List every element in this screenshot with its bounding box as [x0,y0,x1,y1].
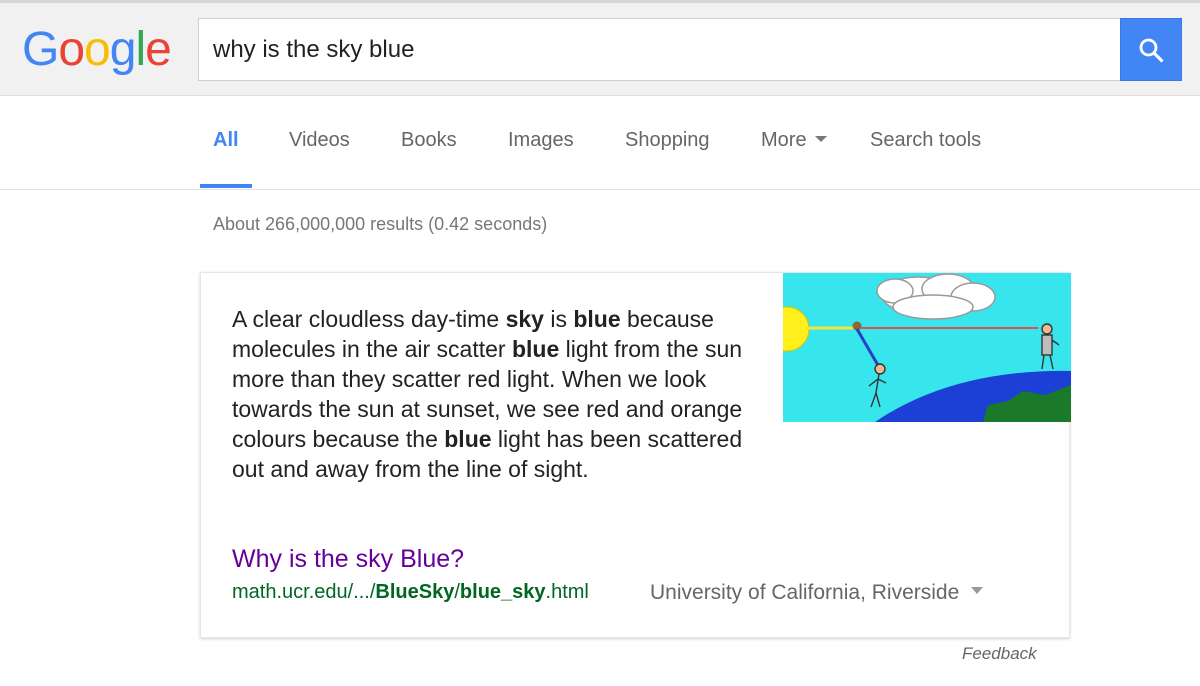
active-tab-indicator [200,184,252,188]
result-source-label: University of California, Riverside [650,581,960,604]
search-button[interactable] [1120,18,1182,81]
tab-books[interactable]: Books [401,129,457,152]
tab-search-tools[interactable]: Search tools [870,129,981,152]
url-segment: BlueSky [375,581,455,603]
logo-letter: l [135,23,146,76]
logo-letter: g [109,23,137,76]
result-stats: About 266,000,000 results (0.42 seconds) [213,214,548,234]
logo-letter: e [145,23,172,76]
search-input[interactable] [213,19,1093,80]
tab-more-label: More [761,129,807,151]
logo-letter: G [22,23,59,76]
tab-shopping[interactable]: Shopping [625,129,710,152]
snippet-segment: sky [505,306,544,332]
google-logo[interactable]: Google [22,22,172,78]
search-box[interactable] [198,18,1120,81]
snippet-segment: blue [444,426,492,452]
result-url[interactable]: math.ucr.edu/.../BlueSky/blue_sky.html [232,581,589,604]
snippet-segment: blue [511,336,560,362]
snippet-segment: blue [573,306,621,332]
search-tabs: All Videos Books Images Shopping More Se… [0,96,1200,190]
top-bar: Google [0,0,1200,96]
snippet-segment: is [543,306,574,332]
url-segment: .html [545,581,589,603]
featured-snippet-card: A clear cloudless day-time sky is blue b… [200,272,1071,638]
tab-more[interactable]: More [761,129,827,152]
snippet-text: A clear cloudless day-time sky is blue b… [232,304,762,484]
url-segment: math.ucr.edu/.../ [232,581,376,603]
tab-images[interactable]: Images [508,129,574,152]
logo-letter: o [58,23,85,76]
caret-down-icon [814,135,827,142]
feedback-link[interactable]: Feedback [962,644,1037,664]
snippet-segment: A clear cloudless day-time [232,306,506,332]
url-segment: blue_sky [459,581,546,603]
snippet-image[interactable] [783,273,1071,422]
result-source[interactable]: University of California, Riverside [650,581,984,605]
caret-down-icon [971,586,984,594]
result-title-link[interactable]: Why is the sky Blue? [232,545,464,574]
tab-all[interactable]: All [213,129,239,152]
search-icon [1139,38,1164,62]
tab-videos[interactable]: Videos [289,129,350,152]
logo-letter: o [84,23,111,76]
sky-scattering-illustration-icon [783,273,1071,422]
